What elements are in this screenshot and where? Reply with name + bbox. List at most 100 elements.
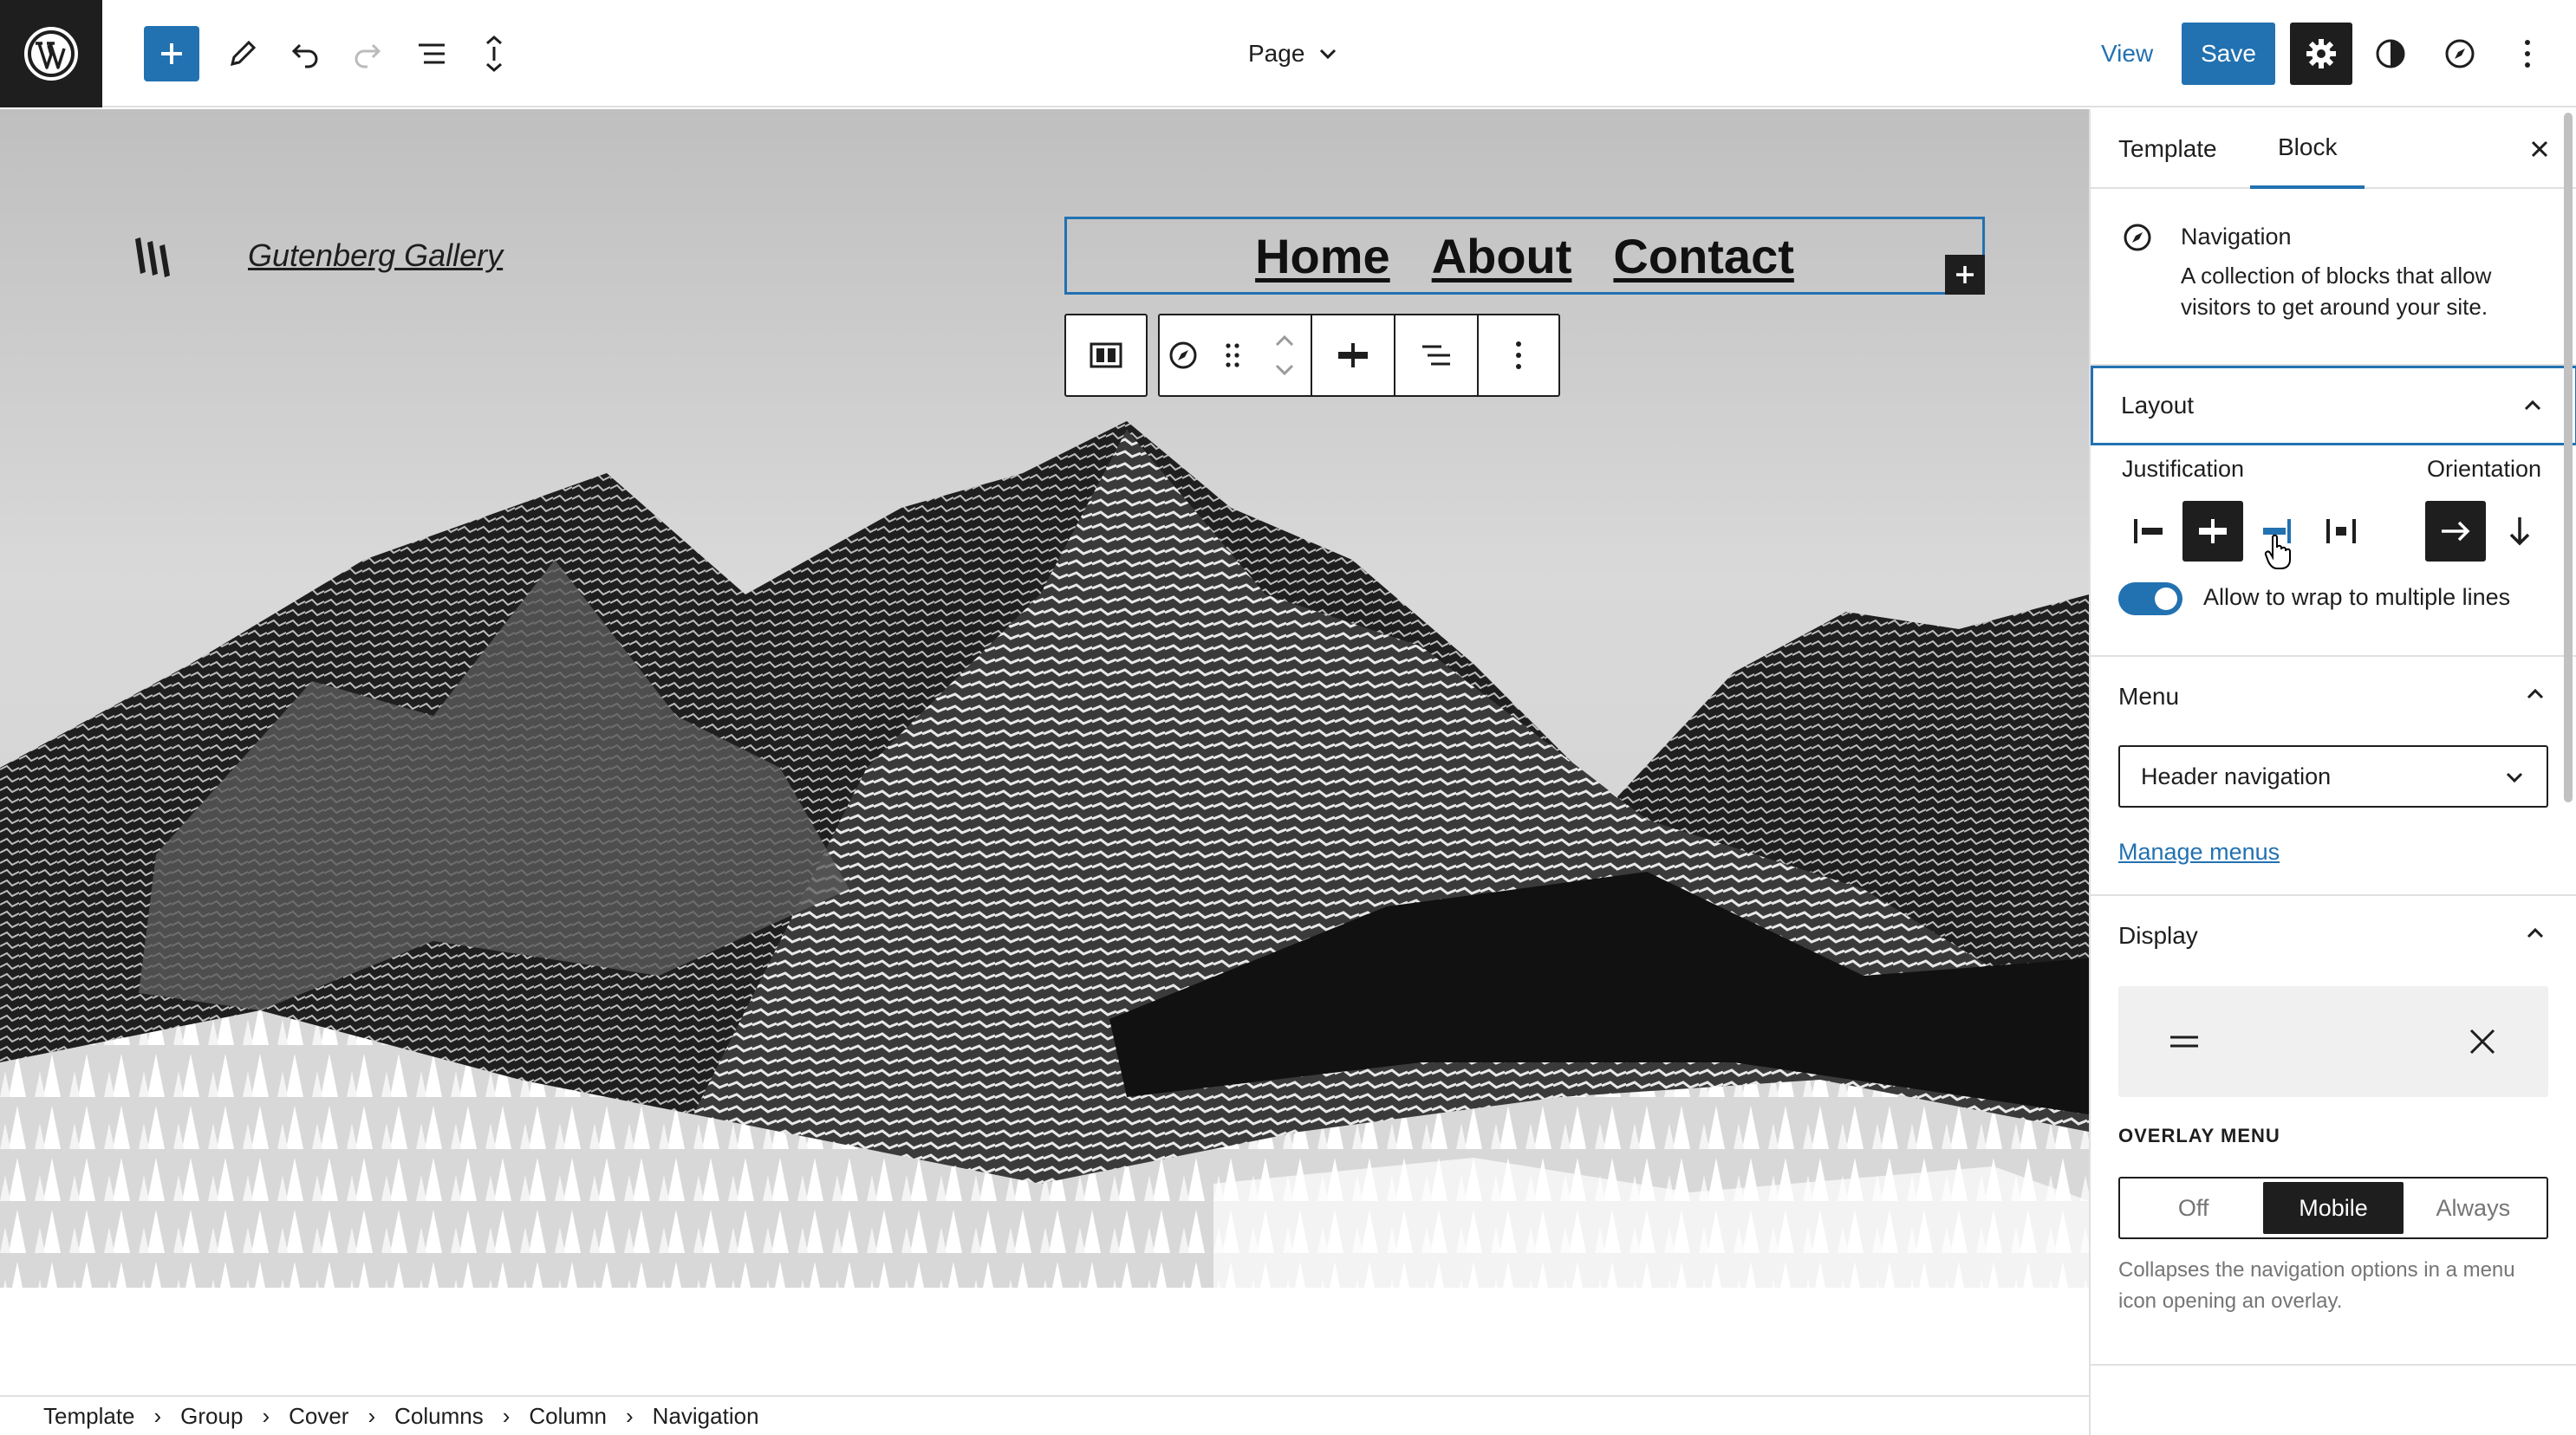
- cover-block[interactable]: Gutenberg Gallery Home About Contact: [0, 109, 2089, 1288]
- document-title-dropdown[interactable]: Page: [1248, 33, 1339, 75]
- manage-menus-link[interactable]: Manage menus: [2118, 839, 2280, 866]
- overlay-option-always[interactable]: Always: [2404, 1182, 2543, 1234]
- list-view-icon: [419, 43, 445, 64]
- tab-template[interactable]: Template: [2118, 109, 2217, 189]
- sidebar-tabs: Template Block: [2091, 109, 2576, 189]
- overlay-preview[interactable]: [2118, 986, 2548, 1097]
- chevron-up-icon: [2524, 399, 2541, 411]
- add-nav-item-button[interactable]: [1945, 255, 1985, 295]
- pencil-icon: [230, 40, 257, 67]
- wordpress-logo-icon[interactable]: [0, 0, 102, 107]
- options-button[interactable]: [2500, 26, 2555, 81]
- block-tools-group: [1158, 314, 1560, 397]
- redo-button[interactable]: [340, 26, 395, 81]
- list-view-button[interactable]: [404, 26, 459, 81]
- breadcrumb-cover[interactable]: Cover: [289, 1403, 348, 1430]
- block-options-button[interactable]: [1479, 315, 1558, 395]
- chevron-up-icon: [2527, 688, 2544, 699]
- plus-icon: [1956, 266, 1974, 283]
- justify-space-between-button[interactable]: [2311, 501, 2371, 562]
- chevron-right-icon: ›: [502, 1402, 511, 1429]
- compass-icon: [2445, 39, 2475, 68]
- menu-select-value: Header navigation: [2141, 763, 2332, 789]
- block-card-description: A collection of blocks that allow visito…: [2181, 263, 2492, 320]
- site-title[interactable]: Gutenberg Gallery: [248, 237, 503, 274]
- overlay-option-mobile[interactable]: Mobile: [2263, 1182, 2404, 1234]
- drag-handle-icon: [1226, 343, 1239, 367]
- block-type-button[interactable]: [1160, 315, 1207, 395]
- orientation-vertical-button[interactable]: [2489, 501, 2550, 562]
- site-logo-icon[interactable]: [128, 231, 180, 287]
- navigation-compass-icon: [2122, 222, 2153, 257]
- wrap-toggle-label: Allow to wrap to multiple lines: [2203, 584, 2511, 610]
- breadcrumb-navigation: Navigation: [652, 1402, 759, 1429]
- tools-button[interactable]: [215, 26, 270, 81]
- move-up-down-buttons[interactable]: [1259, 315, 1312, 395]
- select-parent-button[interactable]: [1066, 315, 1146, 395]
- justify-left-button[interactable]: [2118, 501, 2179, 562]
- chevron-up-icon: [2527, 927, 2544, 938]
- more-vertical-icon: [1516, 341, 1521, 369]
- plus-icon: [161, 43, 182, 64]
- breadcrumb-column[interactable]: Column: [529, 1403, 607, 1430]
- justify-center-button[interactable]: [2182, 501, 2243, 562]
- nav-link-contact[interactable]: Contact: [1613, 228, 1793, 284]
- chevron-down-icon: [1320, 49, 1337, 60]
- pointer-cursor-icon: [2264, 534, 2291, 569]
- chevron-down-icon: [2506, 772, 2523, 783]
- breadcrumb-template[interactable]: Template: [43, 1403, 135, 1430]
- navigation-button[interactable]: [2432, 26, 2488, 81]
- settings-button[interactable]: [2290, 23, 2352, 85]
- breadcrumb-group[interactable]: Group: [180, 1403, 243, 1430]
- overlay-menu-label: OVERLAY MENU: [2118, 1125, 2280, 1146]
- toggle-knob: [2155, 588, 2177, 610]
- save-button[interactable]: Save: [2182, 23, 2275, 85]
- block-inserter-button[interactable]: [144, 26, 199, 81]
- move-up-down-icon: [1275, 334, 1294, 376]
- breadcrumb-columns[interactable]: Columns: [394, 1403, 484, 1430]
- overlay-option-off[interactable]: Off: [2124, 1182, 2263, 1234]
- parent-selector-group: [1064, 314, 1148, 397]
- chevron-right-icon: ›: [262, 1402, 270, 1429]
- close-icon: [2531, 140, 2548, 158]
- arrow-down-icon: [2509, 517, 2530, 546]
- overlay-menu-control: Off Mobile Always: [2118, 1177, 2548, 1239]
- layout-panel-toggle[interactable]: Layout: [2091, 366, 2576, 445]
- editor-header: Page View Save: [0, 0, 2576, 107]
- orientation-horizontal-button[interactable]: [2425, 501, 2486, 562]
- align-text-icon: [1422, 345, 1450, 366]
- redo-icon: [355, 43, 381, 68]
- display-panel-toggle[interactable]: Display: [2091, 896, 2576, 976]
- editor-canvas[interactable]: Gutenberg Gallery Home About Contact: [0, 109, 2089, 1396]
- document-overview-button[interactable]: [466, 26, 522, 81]
- close-sidebar-button[interactable]: [2522, 132, 2557, 166]
- chevron-right-icon: ›: [626, 1402, 634, 1429]
- nav-link-about[interactable]: About: [1432, 228, 1572, 284]
- block-card: Navigation A collection of blocks that a…: [2091, 191, 2576, 366]
- block-breadcrumb: Template › Group › Cover › Columns › Col…: [0, 1395, 2089, 1435]
- text-alignment-button[interactable]: [1395, 315, 1479, 395]
- view-link[interactable]: View: [2101, 35, 2153, 73]
- styles-button[interactable]: [2363, 26, 2418, 81]
- display-panel-title: Display: [2118, 922, 2198, 949]
- justification-toolbar-button[interactable]: [1312, 315, 1395, 395]
- drag-handle[interactable]: [1207, 315, 1259, 395]
- wrap-toggle[interactable]: [2118, 582, 2182, 615]
- orientation-label: Orientation: [2427, 456, 2542, 482]
- undo-button[interactable]: [277, 26, 333, 81]
- nav-link-home[interactable]: Home: [1255, 228, 1390, 284]
- menu-select[interactable]: Header navigation: [2118, 745, 2548, 808]
- arrow-right-icon: [2442, 521, 2470, 542]
- sidebar-scrollbar[interactable]: [2564, 113, 2573, 802]
- chevron-right-icon: ›: [153, 1402, 162, 1429]
- justify-left-icon: [2134, 519, 2163, 543]
- tab-block[interactable]: Block: [2250, 109, 2365, 189]
- menu-panel-toggle[interactable]: Menu: [2091, 657, 2576, 737]
- overlay-help-text: Collapses the navigation options in a me…: [2118, 1258, 2515, 1313]
- navigation-compass-icon: [1169, 341, 1197, 369]
- page-content-area[interactable]: [0, 1288, 2089, 1396]
- block-card-title: Navigation: [2181, 224, 2292, 250]
- navigation-block[interactable]: Home About Contact: [1064, 217, 1985, 295]
- settings-sidebar: Template Block Navigation A collection o…: [2089, 109, 2576, 1435]
- parent-columns-icon: [1090, 342, 1122, 368]
